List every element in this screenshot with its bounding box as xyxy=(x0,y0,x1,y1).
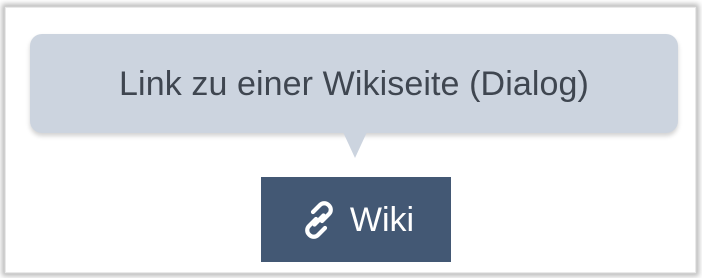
wiki-link-button[interactable]: Wiki xyxy=(261,177,451,262)
tooltip-arrow xyxy=(343,132,367,158)
screenshot-frame: Link zu einer Wikiseite (Dialog) Wiki xyxy=(0,0,702,278)
link-icon xyxy=(298,199,340,241)
tooltip: Link zu einer Wikiseite (Dialog) xyxy=(30,34,678,133)
wiki-button-label: Wiki xyxy=(349,200,415,239)
tooltip-text: Link zu einer Wikiseite (Dialog) xyxy=(119,64,589,103)
